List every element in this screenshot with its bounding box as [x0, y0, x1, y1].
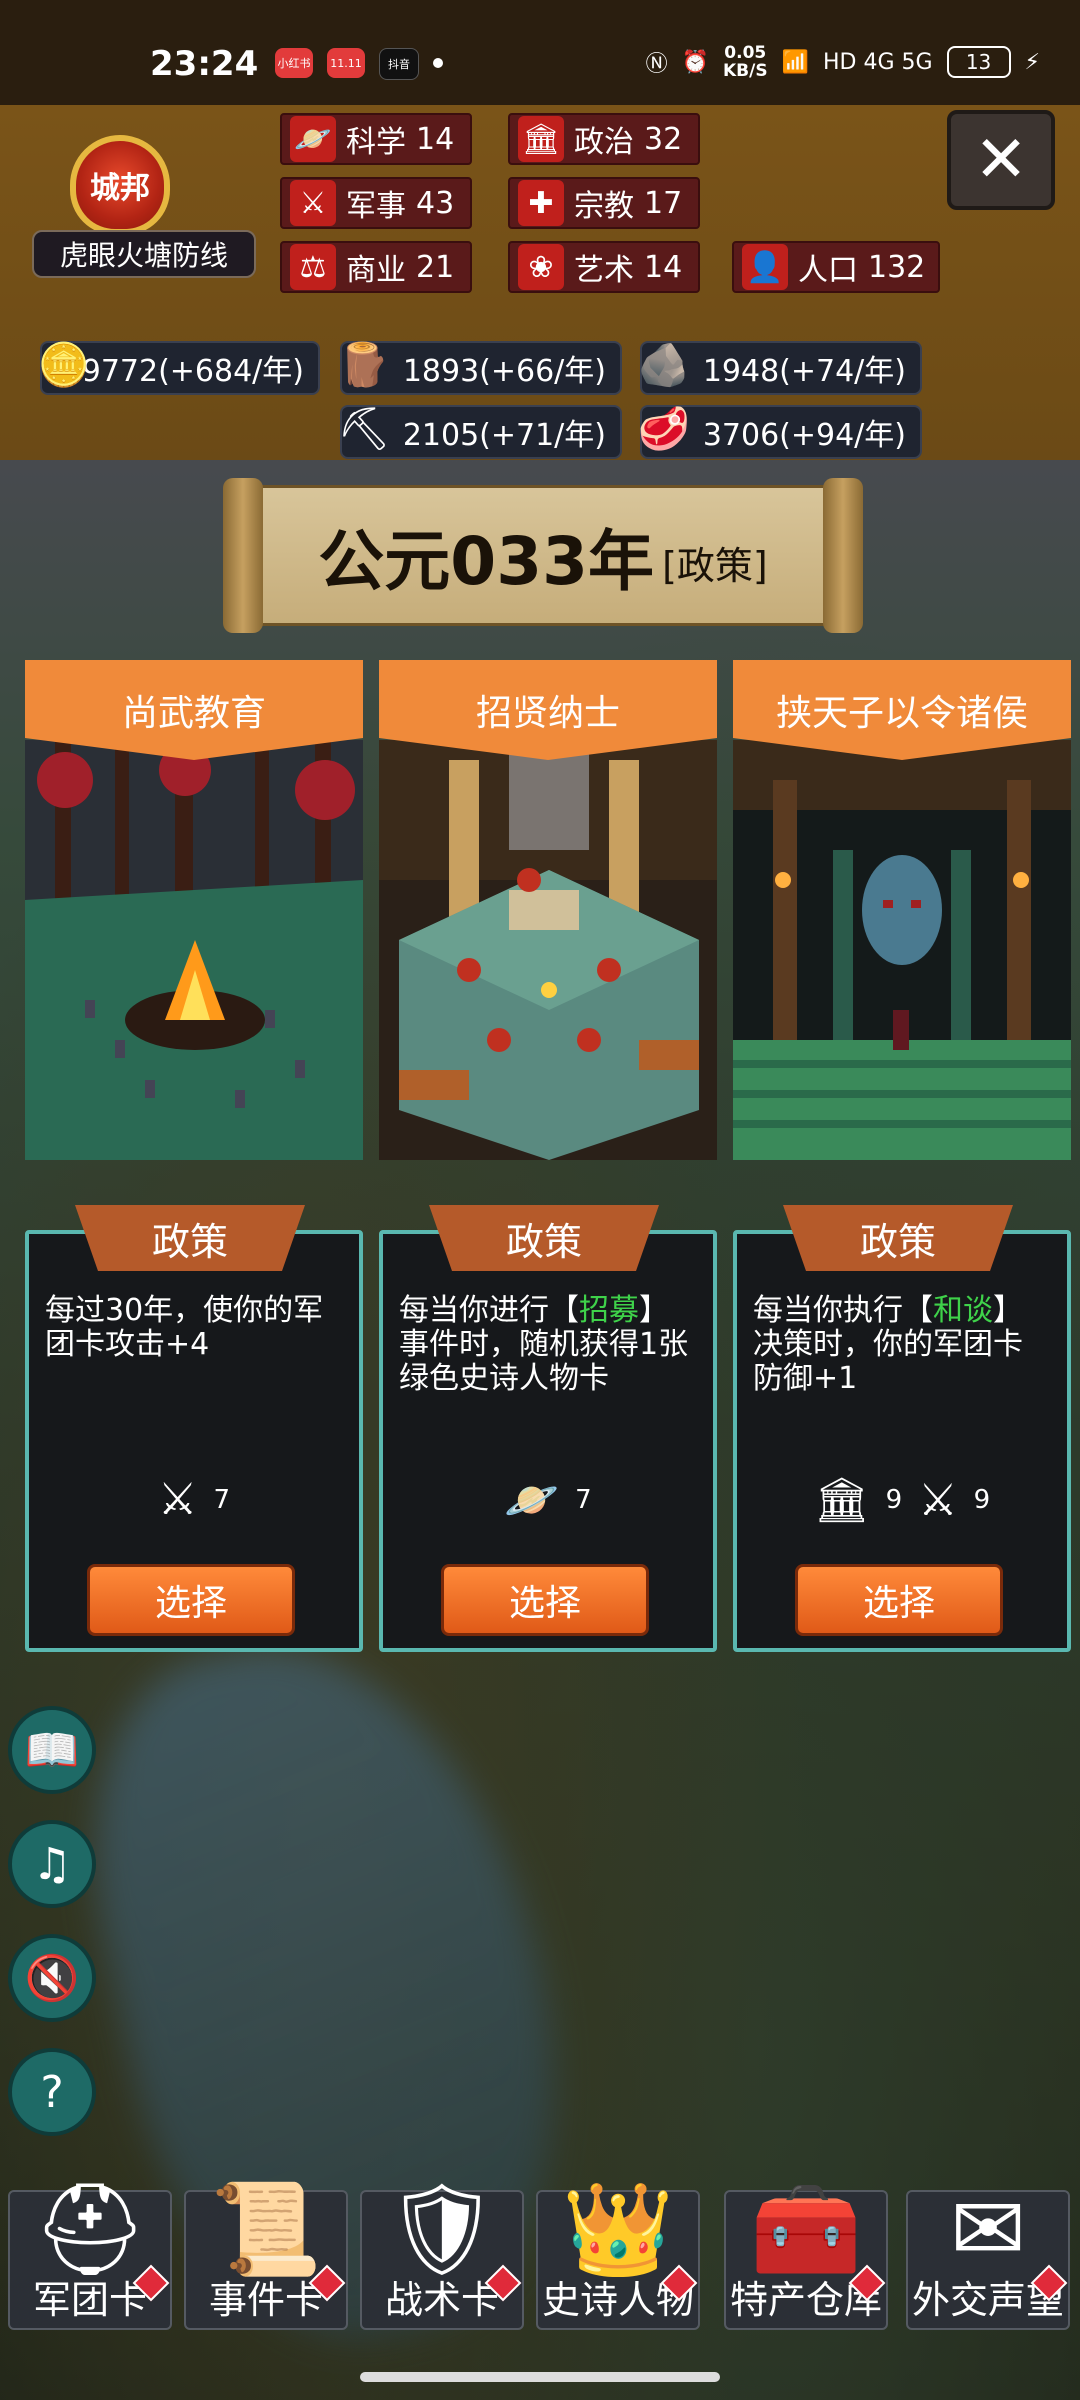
card-description: 每当你进行【招募】事件时，随机获得1张绿色史诗人物卡: [399, 1293, 689, 1396]
status-bar: 23:24 小红书 11.11 抖音 Ⓝ ⏰ 0.05 KB/S 📶 HD 4G…: [0, 0, 1080, 105]
year-scroll: 公元033年 [政策]: [223, 478, 863, 633]
card-book-icon: 📖: [24, 1725, 80, 1776]
resource-meat: 🥩 3706(+94/年): [638, 404, 922, 459]
nav-legion-cards[interactable]: ⛑ 军团卡: [8, 2177, 172, 2330]
music-off-icon: ♫: [32, 1838, 72, 1890]
choose-button[interactable]: 选择: [441, 1564, 649, 1636]
close-button[interactable]: ✕: [947, 110, 1055, 210]
treasure-chest-icon: 🧰: [749, 2177, 863, 2282]
wifi-icon: 📶: [781, 49, 809, 75]
status-time: 23:24: [150, 44, 259, 84]
stat-science: 🪐 科学 14: [280, 113, 472, 165]
help-icon: ?: [40, 2066, 64, 2118]
year-label: 公元033年: [318, 522, 655, 600]
resource-wood: 🪵 1893(+66/年): [338, 340, 622, 395]
nav-diplomacy-reputation[interactable]: ✉ 外交声望: [906, 2177, 1070, 2330]
scroll-icon: 📜: [209, 2177, 323, 2282]
tiktok-icon: 抖音: [379, 48, 419, 80]
card-body: 每当你进行【招募】事件时，随机获得1张绿色史诗人物卡 🪐 7 选择: [379, 1230, 717, 1652]
crossed-swords-icon: ⚔: [290, 180, 336, 226]
crown-icon: 👑: [561, 2177, 675, 2282]
temple-icon: 🏛: [518, 116, 564, 162]
card-book-button[interactable]: 📖: [8, 1706, 96, 1794]
throne-hall-illustration: [733, 740, 1071, 1160]
help-button[interactable]: ?: [8, 2048, 96, 2136]
forest-campfire-illustration: [25, 740, 363, 1160]
resource-stone: 🪨 1948(+74/年): [638, 340, 922, 395]
resource-iron: ⛏ 2105(+71/年): [337, 404, 622, 459]
alarm-icon: ⏰: [681, 49, 709, 75]
battery-icon: 13: [946, 46, 1011, 78]
bottom-nav: ⛑ 军团卡 📜 事件卡 🛡 战术卡 👑 史诗人物 🧰 特产仓库 ✉ 外交声望: [0, 2177, 1080, 2340]
home-indicator[interactable]: [360, 2372, 720, 2382]
choose-button[interactable]: 选择: [795, 1564, 1003, 1636]
temple-icon: 🏛: [813, 1475, 870, 1526]
card-type-label: 政策: [783, 1205, 1013, 1271]
network-speed: 0.05 KB/S: [722, 43, 768, 81]
choose-button[interactable]: 选择: [87, 1564, 295, 1636]
wood-logs-icon: 🪵: [337, 340, 391, 389]
status-right: Ⓝ ⏰ 0.05 KB/S 📶 HD 4G 5G 13 ⚡: [646, 44, 1040, 80]
city-shield-icon: 城邦: [70, 135, 170, 235]
card-body: 每过30年，使你的军团卡攻击+4 ⚔ 7 选择: [25, 1230, 363, 1652]
sound-off-icon: 🔇: [24, 1953, 80, 2004]
stat-religion: ✚ 宗教 17: [508, 177, 700, 229]
hall-gathering-illustration: [379, 740, 717, 1160]
card-type-label: 政策: [429, 1205, 659, 1271]
nfc-icon: Ⓝ: [645, 52, 668, 77]
planet-icon: 🪐: [504, 1475, 560, 1526]
stone-icon: 🪨: [637, 340, 691, 389]
lotus-icon: ❀: [518, 244, 564, 290]
policy-card-3[interactable]: 挟天子以令诸侯 每当你执行【和谈】决策时，你的军团卡防御+1 🏛 9 ⚔ 9 选…: [733, 660, 1071, 1660]
city-stats-panel: 城邦 虎眼火塘防线 🪐 科学 14 🏛 政治 32 ⚔ 军事 43 ✚ 宗教 17 ⚖ …: [0, 105, 1080, 460]
nav-event-cards[interactable]: 📜 事件卡: [184, 2177, 348, 2330]
card-requirements: 🪐 7: [504, 1475, 592, 1526]
meat-icon: 🥩: [637, 404, 691, 453]
stat-population: 👤 人口 132: [732, 241, 940, 293]
sound-toggle-button[interactable]: 🔇: [8, 1934, 96, 2022]
charging-icon: ⚡: [1024, 49, 1040, 75]
scales-icon: ⚖: [290, 244, 336, 290]
close-icon: ✕: [974, 123, 1028, 197]
envelope-icon: ✉: [950, 2177, 1026, 2282]
xiaohongshu-icon: 小红书: [275, 48, 313, 78]
city-name: 虎眼火塘防线: [32, 230, 256, 278]
stat-art: ❀ 艺术 14: [508, 241, 700, 293]
shield-swords-icon: 🛡: [384, 2177, 500, 2282]
iron-ore-icon: ⛏: [337, 404, 391, 453]
nav-tactic-cards[interactable]: 🛡 战术卡: [360, 2177, 524, 2330]
nav-specialty-warehouse[interactable]: 🧰 特产仓库: [724, 2177, 888, 2330]
crossed-swords-icon: ⚔: [158, 1474, 198, 1525]
gold-coins-icon: 🪙: [37, 340, 91, 389]
person-icon: 👤: [742, 244, 788, 290]
signal-label: HD 4G 5G: [822, 49, 933, 75]
card-description: 每过30年，使你的军团卡攻击+4: [45, 1293, 324, 1362]
shopping-icon: 11.11: [327, 48, 365, 78]
stat-commerce: ⚖ 商业 21: [280, 241, 472, 293]
status-app-icons: 小红书 11.11 抖音: [275, 48, 443, 80]
card-body: 每当你执行【和谈】决策时，你的军团卡防御+1 🏛 9 ⚔ 9 选择: [733, 1230, 1071, 1652]
notification-dot-icon: [433, 58, 443, 68]
card-requirements: 🏛 9 ⚔ 9: [813, 1474, 991, 1527]
cross-icon: ✚: [518, 180, 564, 226]
resource-gold: 🪙 19772(+684/年): [38, 340, 320, 395]
card-description: 每当你执行【和谈】决策时，你的军团卡防御+1: [753, 1293, 1023, 1396]
planet-icon: 🪐: [290, 116, 336, 162]
nav-epic-heroes[interactable]: 👑 史诗人物: [536, 2177, 700, 2330]
policy-card-2[interactable]: 招贤纳士 每当你进行【招募】事件时，随机获得1张绿色史诗人物卡 🪐 7 选择 政…: [379, 660, 717, 1660]
phase-tag: [政策]: [662, 544, 768, 588]
stat-military: ⚔ 军事 43: [280, 177, 472, 229]
stat-politics: 🏛 政治 32: [508, 113, 700, 165]
helmet-icon: ⛑: [32, 2177, 148, 2282]
crossed-swords-icon: ⚔: [918, 1474, 958, 1526]
city-badge: 城邦: [60, 135, 180, 245]
card-requirements: ⚔ 7: [158, 1474, 230, 1525]
policy-card-1[interactable]: 尚武教育 每过30年，使你的军团卡攻击+4 ⚔ 7 选择 政策: [25, 660, 363, 1660]
music-toggle-button[interactable]: ♫: [8, 1820, 96, 1908]
card-type-label: 政策: [75, 1205, 305, 1271]
